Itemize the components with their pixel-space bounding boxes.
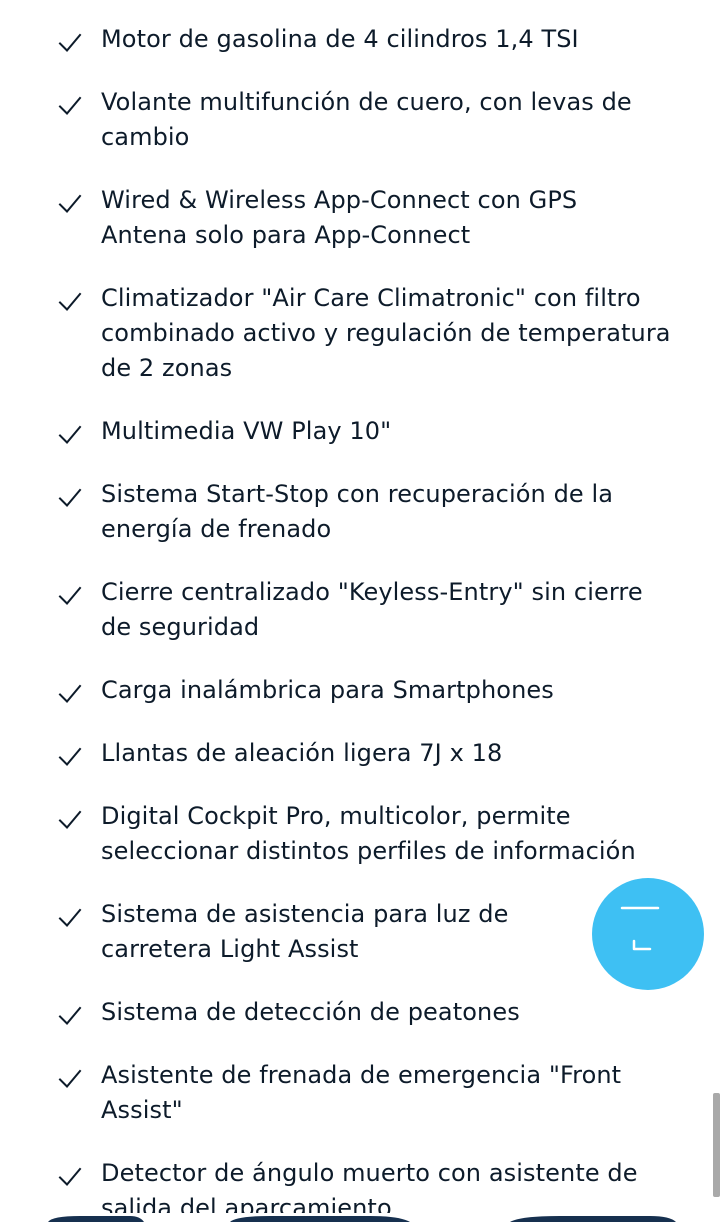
feature-text: Detector de ángulo muerto con asistente … [101,1159,638,1213]
check-icon [58,423,82,447]
check-icon [58,1067,82,1091]
check-icon [58,1165,82,1189]
check-icon [58,808,82,832]
scrollbar-thumb[interactable] [713,1093,720,1197]
check-icon [58,31,82,55]
chat-icon [592,878,704,990]
feature-text: Digital Cockpit Pro, multicolor, permite… [101,802,636,865]
check-icon [58,584,82,608]
check-icon [58,94,82,118]
feature-text: Sistema de asistencia para luz de carret… [101,900,509,963]
feature-text: Climatizador "Air Care Climatronic" con … [101,284,671,382]
check-icon [58,486,82,510]
feature-text: Carga inalámbrica para Smartphones [101,676,554,704]
chat-button[interactable] [592,878,704,990]
feature-text: Sistema de detección de peatones [101,998,520,1026]
check-icon [58,906,82,930]
check-icon [58,290,82,314]
feature-text: Llantas de aleación ligera 7J x 18 [101,739,503,767]
bottom-divider [48,1216,676,1222]
feature-text: Volante multifunción de cuero, con levas… [101,88,632,151]
check-icon [58,192,82,216]
feature-text: Motor de gasolina de 4 cilindros 1,4 TSI [101,25,579,53]
check-icon [58,1004,82,1028]
check-icon [58,682,82,706]
feature-text: Sistema Start-Stop con recuperación de l… [101,480,614,543]
check-icon [58,745,82,769]
feature-text: Asistente de frenada de emergencia "Fron… [101,1061,622,1124]
feature-text: Wired & Wireless App-Connect con GPS Ant… [101,186,578,249]
feature-text: Cierre centralizado "Keyless-Entry" sin … [101,578,643,641]
feature-text: Multimedia VW Play 10" [101,417,392,445]
